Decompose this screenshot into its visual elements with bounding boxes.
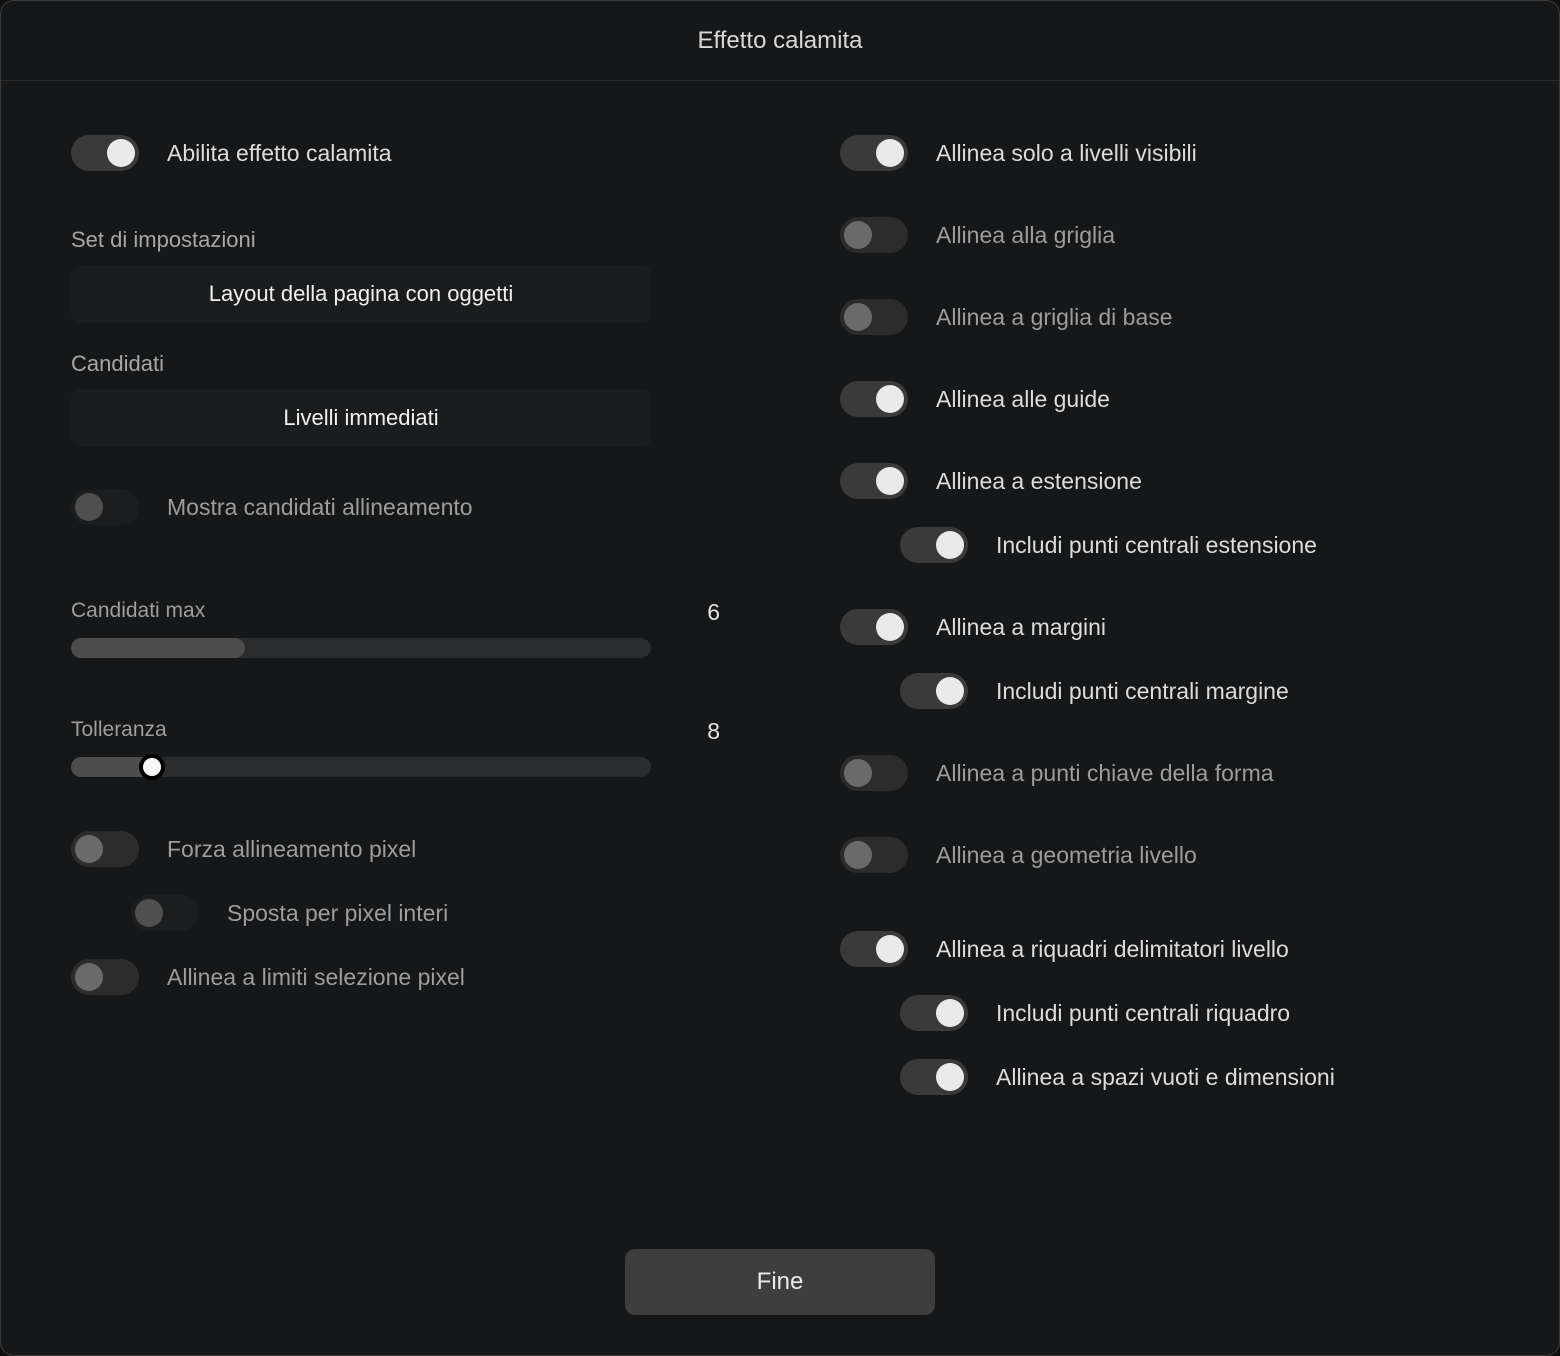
- visible-only-toggle[interactable]: [840, 135, 908, 171]
- margin-midpoints-toggle[interactable]: [900, 673, 968, 709]
- tolerance-label: Tolleranza: [71, 718, 167, 745]
- max-candidates-block: Candidati max 6: [71, 599, 720, 658]
- layer-geometry-toggle[interactable]: [840, 837, 908, 873]
- shape-keypoints-toggle[interactable]: [840, 755, 908, 791]
- dialog-content: Abilita effetto calamita Set di impostaz…: [1, 81, 1559, 1229]
- candidates-dropdown-value: Livelli immediati: [283, 405, 438, 431]
- snap-grid-toggle[interactable]: [840, 217, 908, 253]
- max-candidates-slider[interactable]: [71, 638, 651, 658]
- right-column: Allinea solo a livelli visibili Allinea …: [780, 121, 1489, 1229]
- spread-midpoints-toggle[interactable]: [900, 527, 968, 563]
- move-whole-pixels-row: Sposta per pixel interi: [71, 881, 720, 945]
- snap-margins-row: Allinea a margini: [840, 595, 1489, 659]
- enable-snapping-toggle[interactable]: [71, 135, 139, 171]
- layer-geometry-row: Allinea a geometria livello: [840, 823, 1489, 887]
- visible-only-label: Allinea solo a livelli visibili: [936, 140, 1197, 167]
- snap-guides-row: Allinea alle guide: [840, 367, 1489, 431]
- move-whole-pixels-toggle[interactable]: [131, 895, 199, 931]
- snap-guides-toggle[interactable]: [840, 381, 908, 417]
- spread-midpoints-row: Includi punti centrali estensione: [840, 513, 1489, 577]
- snap-baseline-toggle[interactable]: [840, 299, 908, 335]
- max-candidates-label: Candidati max: [71, 599, 205, 626]
- snap-grid-row: Allinea alla griglia: [840, 203, 1489, 267]
- snap-baseline-label: Allinea a griglia di base: [936, 304, 1173, 331]
- tolerance-slider[interactable]: [71, 757, 651, 777]
- enable-snapping-label: Abilita effetto calamita: [167, 140, 392, 167]
- show-candidates-row: Mostra candidati allineamento: [71, 475, 720, 539]
- snap-spread-toggle[interactable]: [840, 463, 908, 499]
- snap-margins-label: Allinea a margini: [936, 614, 1106, 641]
- show-candidates-label: Mostra candidati allineamento: [167, 494, 473, 521]
- force-pixel-toggle[interactable]: [71, 831, 139, 867]
- dialog-window: Effetto calamita Abilita effetto calamit…: [0, 0, 1560, 1356]
- visible-only-row: Allinea solo a livelli visibili: [840, 121, 1489, 185]
- enable-snapping-row: Abilita effetto calamita: [71, 121, 720, 185]
- shape-keypoints-row: Allinea a punti chiave della forma: [840, 741, 1489, 805]
- gaps-sizes-row: Allinea a spazi vuoti e dimensioni: [840, 1045, 1489, 1109]
- candidates-dropdown[interactable]: Livelli immediati: [71, 389, 651, 447]
- bbox-midpoints-toggle[interactable]: [900, 995, 968, 1031]
- snap-pixel-selection-toggle[interactable]: [71, 959, 139, 995]
- spread-midpoints-label: Includi punti centrali estensione: [996, 532, 1317, 559]
- snap-pixel-selection-row: Allinea a limiti selezione pixel: [71, 945, 720, 1009]
- snap-margins-toggle[interactable]: [840, 609, 908, 645]
- bounding-boxes-toggle[interactable]: [840, 931, 908, 967]
- done-button-label: Fine: [757, 1268, 804, 1295]
- max-candidates-value: 6: [707, 599, 720, 626]
- bbox-midpoints-row: Includi punti centrali riquadro: [840, 981, 1489, 1045]
- show-candidates-toggle[interactable]: [71, 489, 139, 525]
- snap-pixel-selection-label: Allinea a limiti selezione pixel: [167, 964, 465, 991]
- force-pixel-label: Forza allineamento pixel: [167, 836, 416, 863]
- done-button[interactable]: Fine: [625, 1249, 935, 1315]
- candidates-section-label: Candidati: [71, 351, 720, 377]
- bounding-boxes-row: Allinea a riquadri delimitatori livello: [840, 917, 1489, 981]
- dialog-title: Effetto calamita: [1, 1, 1559, 81]
- force-pixel-row: Forza allineamento pixel: [71, 817, 720, 881]
- preset-dropdown-value: Layout della pagina con oggetti: [209, 281, 514, 307]
- bounding-boxes-label: Allinea a riquadri delimitatori livello: [936, 936, 1289, 963]
- gaps-sizes-toggle[interactable]: [900, 1059, 968, 1095]
- dialog-title-text: Effetto calamita: [698, 27, 863, 55]
- margin-midpoints-row: Includi punti centrali margine: [840, 659, 1489, 723]
- preset-section-label: Set di impostazioni: [71, 227, 720, 253]
- preset-dropdown[interactable]: Layout della pagina con oggetti: [71, 265, 651, 323]
- bbox-midpoints-label: Includi punti centrali riquadro: [996, 1000, 1290, 1027]
- tolerance-thumb[interactable]: [139, 754, 165, 780]
- gaps-sizes-label: Allinea a spazi vuoti e dimensioni: [996, 1064, 1335, 1091]
- snap-grid-label: Allinea alla griglia: [936, 222, 1115, 249]
- shape-keypoints-label: Allinea a punti chiave della forma: [936, 760, 1274, 787]
- tolerance-block: Tolleranza 8: [71, 718, 720, 777]
- dialog-footer: Fine: [1, 1229, 1559, 1355]
- snap-spread-label: Allinea a estensione: [936, 468, 1142, 495]
- move-whole-pixels-label: Sposta per pixel interi: [227, 900, 448, 927]
- snap-spread-row: Allinea a estensione: [840, 449, 1489, 513]
- tolerance-value: 8: [707, 718, 720, 745]
- margin-midpoints-label: Includi punti centrali margine: [996, 678, 1289, 705]
- snap-guides-label: Allinea alle guide: [936, 386, 1110, 413]
- layer-geometry-label: Allinea a geometria livello: [936, 842, 1197, 869]
- left-column: Abilita effetto calamita Set di impostaz…: [71, 121, 780, 1229]
- snap-baseline-row: Allinea a griglia di base: [840, 285, 1489, 349]
